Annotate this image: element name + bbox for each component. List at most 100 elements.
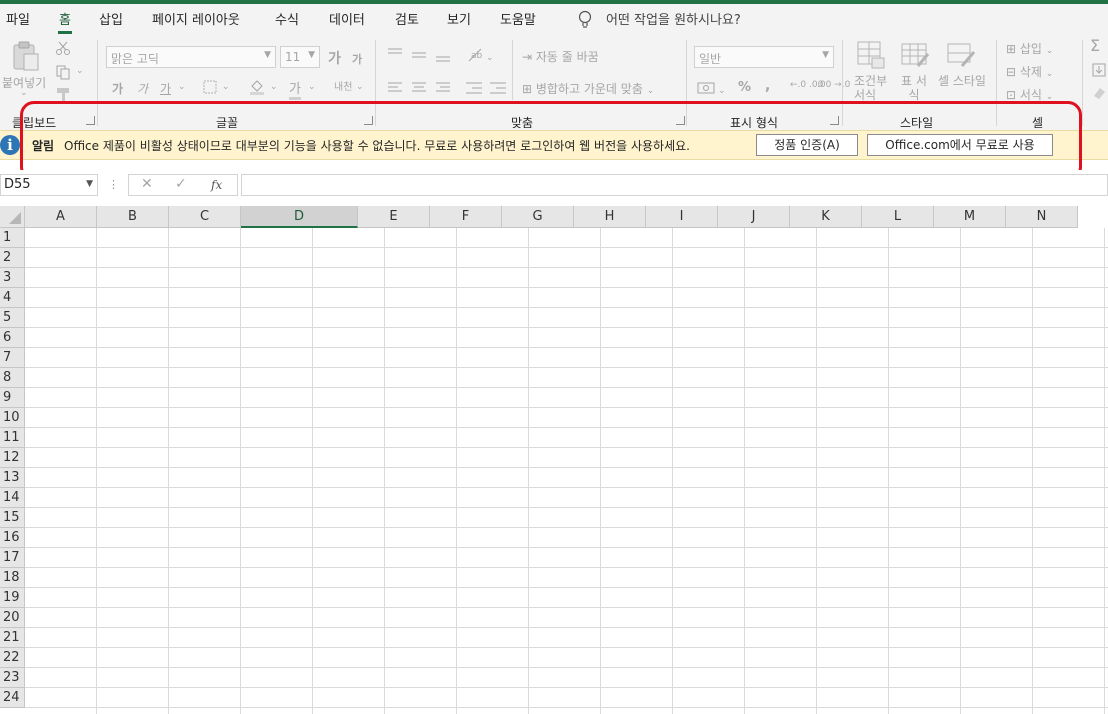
column-header-j[interactable]: J: [718, 206, 790, 228]
cell-styles-button[interactable]: 셀 스타일: [936, 74, 988, 88]
copy-icon[interactable]: [55, 64, 71, 80]
column-header-i[interactable]: I: [646, 206, 718, 228]
delete-cells-button[interactable]: ⊟ 삭제 ⌄: [1006, 63, 1053, 80]
format-painter-icon[interactable]: [55, 86, 73, 102]
column-header-k[interactable]: K: [790, 206, 862, 228]
row-header-3[interactable]: 3: [0, 268, 25, 288]
row-header-5[interactable]: 5: [0, 308, 25, 328]
copy-dropdown-icon[interactable]: ⌄: [76, 66, 84, 76]
fill-icon[interactable]: [1091, 62, 1107, 78]
tab-formulas[interactable]: 수식: [275, 9, 299, 28]
use-web-version-button[interactable]: Office.com에서 무료로 사용: [867, 134, 1053, 156]
row-header-10[interactable]: 10: [0, 408, 25, 428]
formula-bar-grip-icon[interactable]: ⋮: [108, 178, 119, 191]
activate-button[interactable]: 정품 인증(A): [756, 134, 858, 156]
alignment-launcher-icon[interactable]: [676, 116, 685, 125]
vertical-align-icons[interactable]: [386, 46, 450, 64]
italic-button[interactable]: 가: [137, 80, 148, 97]
number-launcher-icon[interactable]: [830, 116, 839, 125]
font-size-select[interactable]: 11 ▼: [280, 46, 320, 68]
paste-dropdown-icon[interactable]: ⌄: [20, 88, 28, 98]
format-as-table-button[interactable]: 표 서식: [896, 74, 932, 102]
number-format-select[interactable]: 일반 ▼: [694, 46, 834, 68]
border-icon[interactable]: [203, 80, 217, 94]
tab-view[interactable]: 보기: [447, 9, 471, 28]
tell-me-search[interactable]: 어떤 작업을 원하시나요?: [606, 9, 741, 28]
row-header-19[interactable]: 19: [0, 588, 25, 608]
row-header-13[interactable]: 13: [0, 468, 25, 488]
comma-button[interactable]: ,: [765, 78, 770, 94]
phonetic-button[interactable]: 내천: [334, 78, 352, 93]
column-header-d[interactable]: D: [241, 206, 358, 228]
currency-icon[interactable]: ⌄: [697, 80, 727, 96]
row-header-21[interactable]: 21: [0, 628, 25, 648]
cancel-icon[interactable]: ✕: [141, 176, 153, 192]
row-header-12[interactable]: 12: [0, 448, 25, 468]
percent-button[interactable]: %: [738, 80, 751, 95]
column-header-b[interactable]: B: [97, 206, 169, 228]
row-header-16[interactable]: 16: [0, 528, 25, 548]
format-cells-button[interactable]: ⊡ 서식 ⌄: [1006, 86, 1053, 103]
column-header-e[interactable]: E: [358, 206, 430, 228]
horizontal-align-icons[interactable]: [386, 80, 450, 96]
row-header-9[interactable]: 9: [0, 388, 25, 408]
cut-icon[interactable]: [55, 40, 71, 56]
decrease-decimal-button[interactable]: .00 →.0: [817, 80, 850, 90]
insert-cells-button[interactable]: ⊞ 삽입 ⌄: [1006, 40, 1053, 57]
row-header-24[interactable]: 24: [0, 688, 25, 708]
row-header-22[interactable]: 22: [0, 648, 25, 668]
clear-icon[interactable]: [1091, 84, 1107, 100]
fill-color-dropdown-icon[interactable]: ⌄: [270, 82, 278, 92]
border-dropdown-icon[interactable]: ⌄: [222, 82, 230, 92]
column-header-n[interactable]: N: [1006, 206, 1078, 228]
font-color-dropdown-icon[interactable]: ⌄: [308, 82, 316, 92]
row-header-1[interactable]: 1: [0, 228, 25, 248]
conditional-format-icon[interactable]: [856, 40, 886, 70]
indent-icons[interactable]: [464, 80, 508, 96]
paste-icon[interactable]: [10, 40, 42, 72]
row-header-7[interactable]: 7: [0, 348, 25, 368]
underline-button[interactable]: 가: [160, 80, 171, 97]
font-name-select[interactable]: 맑은 고딕 ▼: [106, 46, 276, 68]
autosum-icon[interactable]: Σ: [1090, 36, 1100, 55]
column-header-a[interactable]: A: [25, 206, 97, 228]
formula-input[interactable]: [241, 174, 1108, 196]
column-header-f[interactable]: F: [430, 206, 502, 228]
shrink-font-button[interactable]: 가: [352, 51, 362, 67]
column-header-l[interactable]: L: [862, 206, 934, 228]
column-header-h[interactable]: H: [574, 206, 646, 228]
orientation-icon[interactable]: ab ⌄: [466, 46, 496, 64]
enter-icon[interactable]: ✓: [175, 176, 187, 192]
underline-dropdown-icon[interactable]: ⌄: [178, 82, 186, 92]
tab-data[interactable]: 데이터: [329, 9, 365, 28]
conditional-format-button[interactable]: 조건부 서식: [854, 74, 894, 102]
row-header-23[interactable]: 23: [0, 668, 25, 688]
tab-insert[interactable]: 삽입: [99, 9, 123, 28]
tab-review[interactable]: 검토: [395, 9, 419, 28]
tab-help[interactable]: 도움말: [500, 9, 536, 28]
column-header-m[interactable]: M: [934, 206, 1006, 228]
font-launcher-icon[interactable]: [364, 116, 373, 125]
row-header-17[interactable]: 17: [0, 548, 25, 568]
format-as-table-icon[interactable]: [900, 40, 930, 70]
row-header-15[interactable]: 15: [0, 508, 25, 528]
row-header-6[interactable]: 6: [0, 328, 25, 348]
clipboard-launcher-icon[interactable]: [86, 116, 95, 125]
tab-page-layout[interactable]: 페이지 레이아웃: [152, 9, 240, 28]
phonetic-dropdown-icon[interactable]: ⌄: [356, 82, 364, 92]
row-header-11[interactable]: 11: [0, 428, 25, 448]
row-header-14[interactable]: 14: [0, 488, 25, 508]
tab-home[interactable]: 홈: [58, 9, 72, 34]
row-header-4[interactable]: 4: [0, 288, 25, 308]
select-all-button[interactable]: [0, 206, 25, 228]
grow-font-button[interactable]: 가: [328, 48, 341, 68]
name-box[interactable]: D55 ▼: [0, 174, 98, 196]
column-header-g[interactable]: G: [502, 206, 574, 228]
column-header-c[interactable]: C: [169, 206, 241, 228]
tab-file[interactable]: 파일: [6, 9, 30, 28]
cell-styles-icon[interactable]: [946, 40, 976, 70]
insert-function-icon[interactable]: fx: [211, 178, 222, 192]
row-header-20[interactable]: 20: [0, 608, 25, 628]
font-color-button[interactable]: 가: [289, 78, 301, 100]
row-header-2[interactable]: 2: [0, 248, 25, 268]
